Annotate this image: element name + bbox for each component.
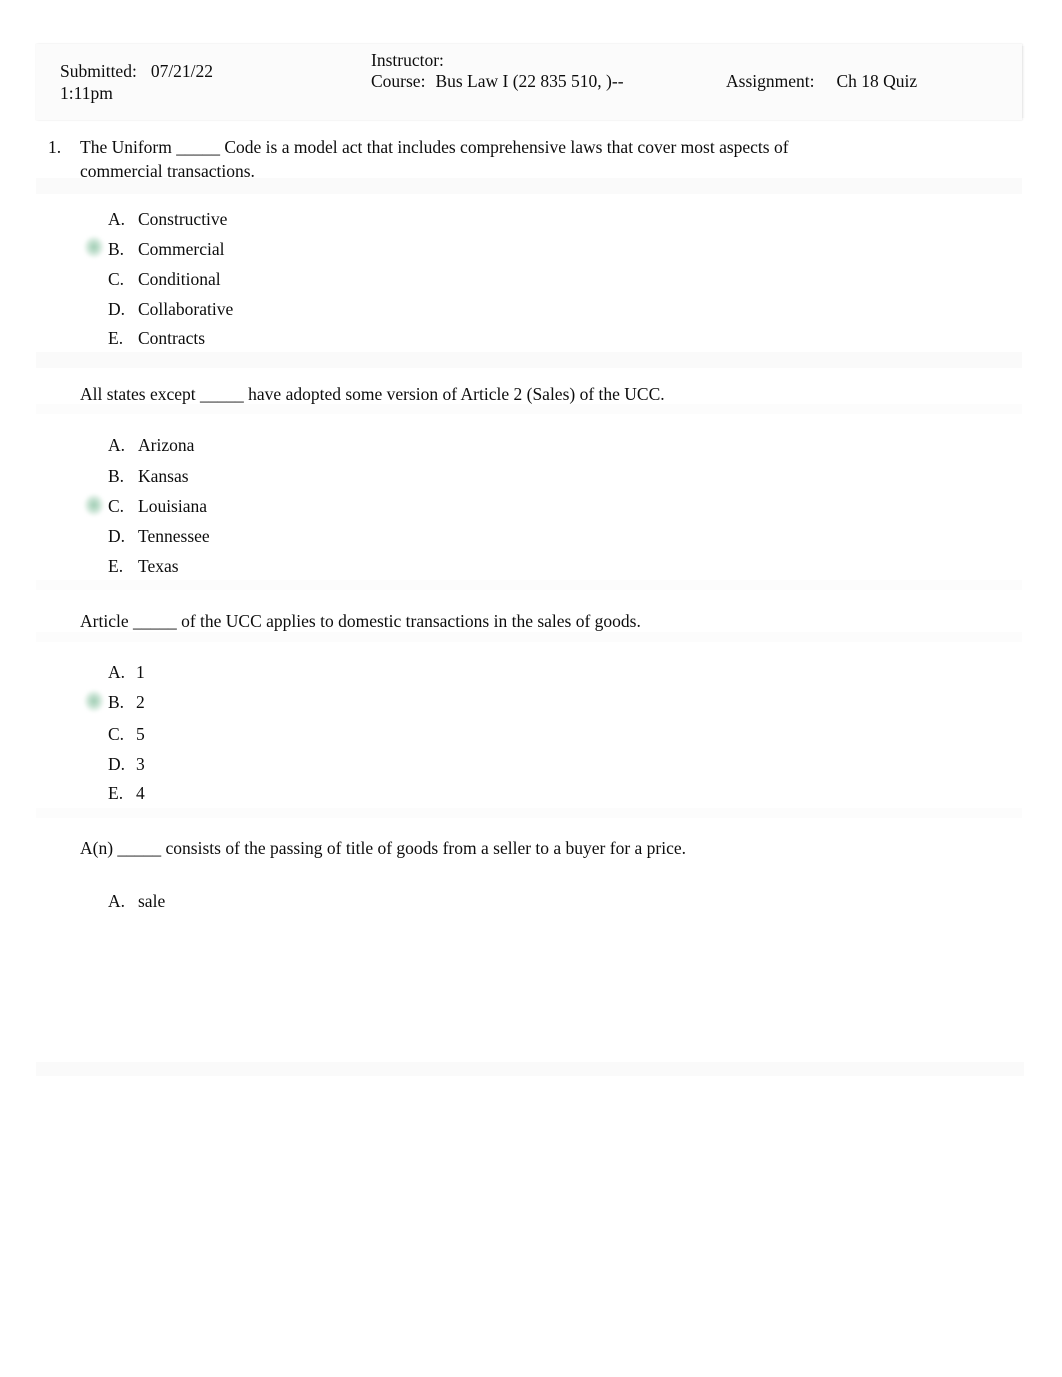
option-text: sale bbox=[138, 891, 166, 911]
option-letter: C. bbox=[108, 724, 125, 744]
answer-highlight-marker bbox=[84, 690, 104, 712]
option-2-a[interactable]: A. Arizona bbox=[108, 434, 194, 456]
option-text: Constructive bbox=[138, 209, 228, 229]
option-4-a[interactable]: A. sale bbox=[108, 890, 165, 912]
quiz-document-page: Submitted: 07/21/22 1:11pm Instructor: Co… bbox=[0, 0, 1062, 1377]
course-label: Course: bbox=[371, 71, 426, 91]
row-separator bbox=[36, 580, 1022, 590]
option-3-c[interactable]: C. 5 bbox=[108, 723, 145, 745]
option-text: Commercial bbox=[138, 239, 225, 259]
option-1-c[interactable]: C. Conditional bbox=[108, 268, 221, 290]
option-letter: B. bbox=[108, 239, 125, 259]
question-text-3: Article _____ of the UCC applies to dome… bbox=[80, 611, 641, 631]
option-letter: A. bbox=[108, 662, 126, 682]
answer-highlight-marker bbox=[84, 236, 104, 258]
option-3-b[interactable]: B. 2 bbox=[108, 691, 145, 713]
answer-highlight-marker bbox=[84, 494, 104, 516]
option-letter: D. bbox=[108, 299, 126, 319]
option-text: 1 bbox=[136, 662, 145, 682]
option-text: Texas bbox=[138, 556, 179, 576]
option-3-d[interactable]: D. 3 bbox=[108, 753, 145, 775]
instructor-row: Instructor: bbox=[371, 50, 701, 71]
option-letter: B. bbox=[108, 466, 125, 486]
option-1-a[interactable]: A. Constructive bbox=[108, 208, 227, 230]
option-letter: C. bbox=[108, 269, 125, 289]
instructor-label: Instructor: bbox=[371, 50, 444, 70]
option-letter: D. bbox=[108, 754, 126, 774]
option-letter: B. bbox=[108, 692, 125, 712]
option-letter: A. bbox=[108, 209, 126, 229]
option-letter: C. bbox=[108, 496, 125, 516]
option-letter: E. bbox=[108, 328, 124, 348]
row-separator bbox=[36, 178, 1022, 194]
option-text: 3 bbox=[136, 754, 145, 774]
row-separator bbox=[36, 808, 1022, 818]
question-text-4: A(n) _____ consists of the passing of ti… bbox=[80, 838, 687, 858]
option-2-d[interactable]: D. Tennessee bbox=[108, 525, 210, 547]
question-number-1: 1. bbox=[48, 137, 62, 157]
option-text: Collaborative bbox=[138, 299, 234, 319]
row-separator bbox=[36, 632, 1022, 642]
option-text: 5 bbox=[136, 724, 145, 744]
submitted-date: 07/21/22 bbox=[150, 61, 214, 81]
option-text: Conditional bbox=[138, 269, 221, 289]
row-separator bbox=[36, 352, 1022, 368]
option-2-e[interactable]: E. Texas bbox=[108, 555, 179, 577]
submitted-time: 1:11pm bbox=[60, 83, 113, 103]
page-bottom-separator bbox=[36, 1062, 1024, 1076]
option-1-d[interactable]: D. Collaborative bbox=[108, 298, 233, 320]
submitted-cell: Submitted: 07/21/22 1:11pm bbox=[60, 60, 380, 104]
option-letter: A. bbox=[108, 891, 126, 911]
submitted-label: Submitted: bbox=[60, 61, 137, 81]
course-row: Course: Bus Law I (22 835 510, )-- bbox=[371, 71, 701, 92]
option-text: Kansas bbox=[138, 466, 189, 486]
option-1-e[interactable]: E. Contracts bbox=[108, 327, 205, 349]
quiz-header-table: Submitted: 07/21/22 1:11pm Instructor: Co… bbox=[36, 44, 1025, 120]
row-separator bbox=[36, 404, 1022, 414]
assignment-value: Ch 18 Quiz bbox=[836, 71, 918, 91]
option-2-c[interactable]: C. Louisiana bbox=[108, 495, 207, 517]
option-2-b[interactable]: B. Kansas bbox=[108, 465, 189, 487]
course-cell: Instructor: Course: Bus Law I (22 835 510… bbox=[371, 50, 701, 92]
option-text: Contracts bbox=[138, 328, 206, 348]
option-text: 4 bbox=[136, 783, 145, 803]
course-value: Bus Law I (22 835 510, )-- bbox=[435, 71, 624, 91]
option-text: Arizona bbox=[138, 435, 195, 455]
option-3-a[interactable]: A. 1 bbox=[108, 661, 145, 683]
option-letter: E. bbox=[108, 556, 124, 576]
option-text: Louisiana bbox=[138, 496, 208, 516]
option-text: 2 bbox=[136, 692, 145, 712]
option-1-b[interactable]: B. Commercial bbox=[108, 238, 225, 260]
option-letter: E. bbox=[108, 783, 124, 803]
question-text-1: The Uniform _____ Code is a model act th… bbox=[80, 137, 789, 181]
assignment-cell: Assignment: Ch 18 Quiz bbox=[726, 71, 1016, 92]
assignment-label: Assignment: bbox=[726, 71, 815, 91]
option-letter: D. bbox=[108, 526, 126, 546]
option-text: Tennessee bbox=[138, 526, 210, 546]
option-letter: A. bbox=[108, 435, 126, 455]
option-3-e[interactable]: E. 4 bbox=[108, 782, 145, 804]
question-text-2: All states except _____ have adopted som… bbox=[80, 384, 665, 404]
